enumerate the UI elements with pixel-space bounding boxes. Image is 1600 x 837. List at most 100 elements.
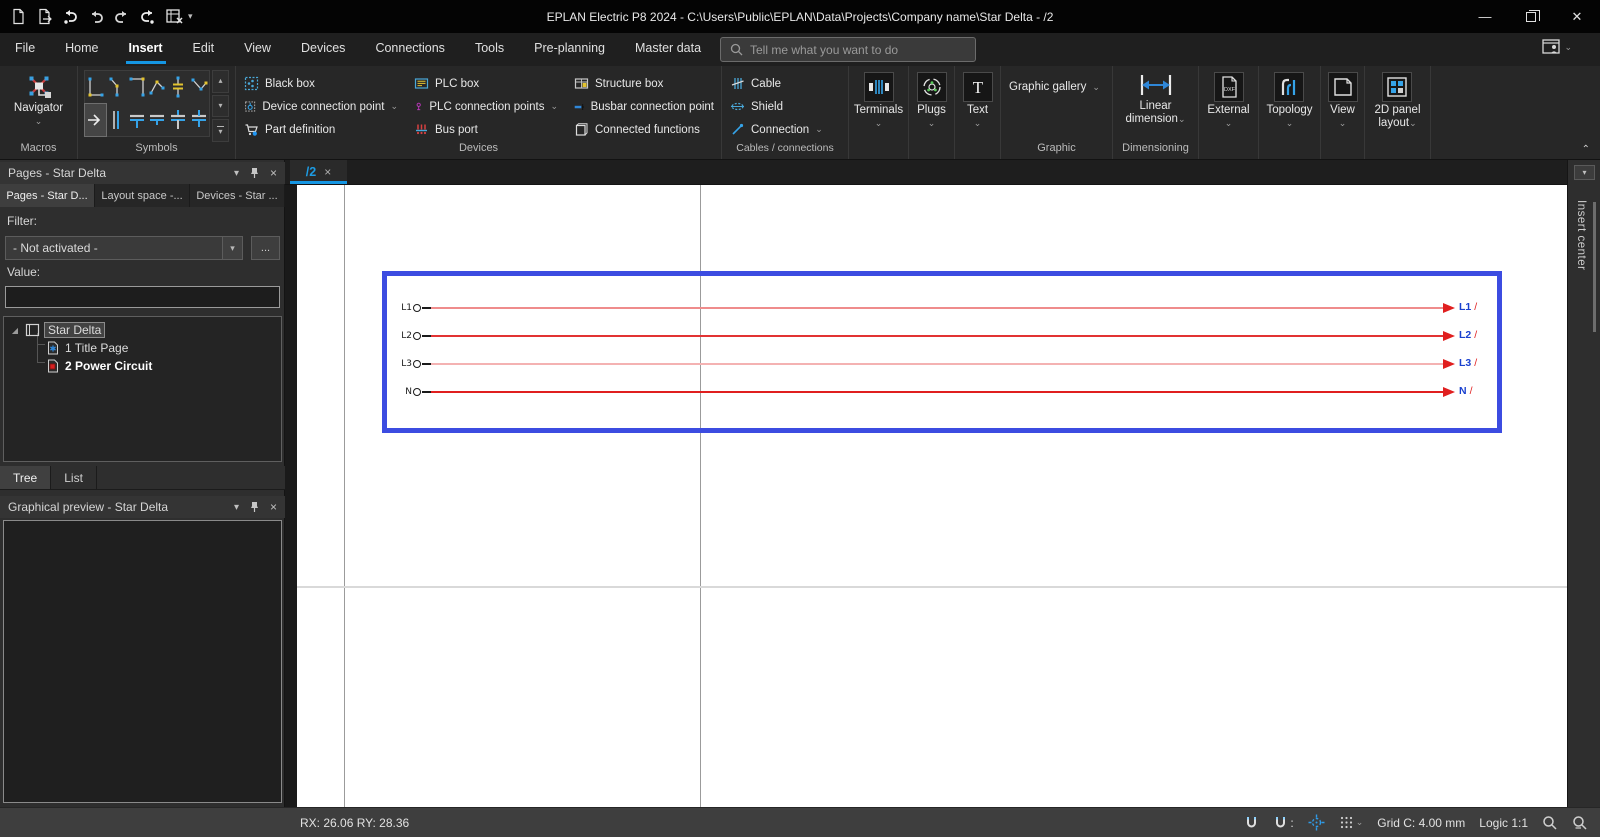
insert-center-tab[interactable]: Insert center xyxy=(1575,200,1587,270)
tab-tree[interactable]: Tree xyxy=(0,466,52,489)
graphic-gallery-button[interactable]: Graphic gallery ⌄ xyxy=(1001,76,1108,98)
menu-view[interactable]: View xyxy=(229,33,286,66)
black-box-button[interactable]: Black box xyxy=(236,72,406,95)
preview-panel-close-icon[interactable]: × xyxy=(270,500,277,514)
symbol-double-bar-icon[interactable] xyxy=(106,104,127,137)
search-input[interactable]: Tell me what you want to do xyxy=(720,37,976,62)
symbol-arrow-icon[interactable] xyxy=(84,102,107,137)
wire-line[interactable] xyxy=(431,391,1443,393)
preview-panel-pin-icon[interactable] xyxy=(250,501,259,513)
zoom-window-button[interactable] xyxy=(1542,815,1558,831)
wire-line[interactable] xyxy=(431,335,1443,337)
grid-toggle-button[interactable]: ⌄ xyxy=(1339,815,1363,830)
schematic-canvas[interactable]: L1 L1/ L2 L2/ L3 L3/ N N / xyxy=(285,185,1567,807)
undo-list-icon[interactable] xyxy=(58,5,82,29)
zoom-100-button[interactable] xyxy=(1572,815,1588,831)
page-tab[interactable]: /2 × xyxy=(290,160,347,184)
menu-edit[interactable]: Edit xyxy=(178,33,230,66)
menu-file[interactable]: File xyxy=(0,33,50,66)
object-snap-button[interactable]: : xyxy=(1273,815,1294,830)
device-connection-point-button[interactable]: Device connection point ⌄ xyxy=(236,95,406,118)
symbol-t-node3-icon[interactable] xyxy=(168,104,189,137)
2d-panel-layout-button[interactable]: 2D panel layout⌄ xyxy=(1370,70,1424,142)
pages-panel-pin-icon[interactable] xyxy=(250,167,259,179)
qat-customize-chevron-icon[interactable]: ▾ xyxy=(188,11,198,22)
symbol-corner2-icon[interactable] xyxy=(126,71,147,104)
filter-chevron-icon[interactable]: ▾ xyxy=(222,237,242,259)
redo-list-icon[interactable] xyxy=(136,5,160,29)
tab-list[interactable]: List xyxy=(51,466,97,489)
pages-panel-menu-icon[interactable]: ▾ xyxy=(234,168,239,179)
gallery-scroll-down-icon[interactable]: ▾ xyxy=(212,94,229,118)
shield-button[interactable]: Shield xyxy=(722,95,848,118)
symbol-angle-icon[interactable] xyxy=(106,71,127,104)
structure-box-button[interactable]: Structure box xyxy=(566,72,722,95)
tab-list-chevron-icon[interactable]: ▾ xyxy=(1574,165,1595,180)
workspace-layout-button[interactable]: ⌄ xyxy=(1542,38,1572,56)
wire-line[interactable] xyxy=(431,307,1443,309)
tree-expander-icon[interactable]: ◢ xyxy=(10,326,20,335)
busbar-connection-point-button[interactable]: Busbar connection point xyxy=(566,95,722,118)
menu-insert[interactable]: Insert xyxy=(114,33,178,66)
filter-select[interactable]: - Not activated - ▾ xyxy=(5,236,243,260)
window-controls: — ✕ xyxy=(1462,0,1600,33)
value-label: Value: xyxy=(7,265,41,279)
bus-port-button[interactable]: Bus port xyxy=(406,118,566,141)
symbol-t-node2-icon[interactable] xyxy=(147,104,168,137)
symbol-t-node4-icon[interactable] xyxy=(188,104,209,137)
symbol-capacitor-icon[interactable] xyxy=(168,71,189,104)
part-definition-button[interactable]: Part definition xyxy=(236,118,406,141)
design-mode-button[interactable] xyxy=(1308,814,1325,831)
close-button[interactable]: ✕ xyxy=(1554,0,1600,33)
redo-icon[interactable] xyxy=(110,5,134,29)
menu-connections[interactable]: Connections xyxy=(360,33,460,66)
tab-devices[interactable]: Devices - Star ... xyxy=(190,184,285,207)
text-chevron-icon: ⌄ xyxy=(973,118,982,129)
symbol-branch-icon[interactable] xyxy=(188,71,209,104)
maximize-button[interactable] xyxy=(1508,0,1554,33)
snap-button[interactable] xyxy=(1244,815,1259,830)
menu-devices[interactable]: Devices xyxy=(286,33,360,66)
tree-node-title-page[interactable]: 1 Title Page xyxy=(46,339,281,357)
menu-master-data[interactable]: Master data xyxy=(620,33,716,66)
connection-button[interactable]: Connection ⌄ xyxy=(722,118,848,141)
filter-more-button[interactable]: ... xyxy=(251,236,280,260)
tree-node-power-circuit[interactable]: 2 Power Circuit xyxy=(46,357,281,375)
new-page-icon[interactable] xyxy=(6,5,30,29)
tab-layout-space[interactable]: Layout space -... xyxy=(95,184,190,207)
insert-device-dialog-icon[interactable] xyxy=(162,5,186,29)
gallery-scroll-up-icon[interactable]: ▴ xyxy=(212,70,229,93)
plugs-button[interactable]: Plugs ⌄ xyxy=(913,70,951,142)
tree-node-project[interactable]: ◢ Star Delta xyxy=(10,321,281,339)
topology-button[interactable]: Topology ⌄ xyxy=(1262,70,1316,142)
undo-icon[interactable] xyxy=(84,5,108,29)
text-button[interactable]: T Text ⌄ xyxy=(959,70,997,142)
minimize-button[interactable]: — xyxy=(1462,0,1508,33)
symbol-t-node1-icon[interactable] xyxy=(126,104,147,137)
insert-center-scrollbar[interactable] xyxy=(1593,202,1596,332)
tab-pages[interactable]: Pages - Star D... xyxy=(0,184,95,207)
connected-functions-button[interactable]: Connected functions xyxy=(566,118,722,141)
plc-connection-points-button[interactable]: PLC connection points ⌄ xyxy=(406,95,566,118)
value-input[interactable] xyxy=(5,286,280,308)
wire-line[interactable] xyxy=(431,363,1443,365)
menu-tools[interactable]: Tools xyxy=(460,33,519,66)
gallery-more-icon[interactable]: ▾ xyxy=(212,119,229,143)
terminals-button[interactable]: Terminals ⌄ xyxy=(850,70,907,142)
ribbon-collapse-icon[interactable]: ⌃ xyxy=(1582,144,1590,155)
external-button[interactable]: DXF External ⌄ xyxy=(1203,70,1253,142)
linear-dimension-button[interactable]: Linear dimension⌄ xyxy=(1122,70,1190,142)
page-tab-close-icon[interactable]: × xyxy=(324,165,331,179)
symbol-corner-icon[interactable] xyxy=(85,71,106,104)
view-button[interactable]: View ⌄ xyxy=(1324,70,1362,142)
menu-home[interactable]: Home xyxy=(50,33,113,66)
copy-page-icon[interactable] xyxy=(32,5,56,29)
plc-box-button[interactable]: PLC box xyxy=(406,72,566,95)
navigator-button[interactable]: Navigator ⌄ xyxy=(10,70,67,142)
pages-panel-close-icon[interactable]: × xyxy=(270,166,277,180)
cable-button[interactable]: Cable xyxy=(722,72,848,95)
symbol-node-icon[interactable] xyxy=(147,71,168,104)
selection-rectangle[interactable] xyxy=(382,271,1502,433)
menu-pre-planning[interactable]: Pre-planning xyxy=(519,33,620,66)
preview-panel-menu-icon[interactable]: ▾ xyxy=(234,502,239,513)
